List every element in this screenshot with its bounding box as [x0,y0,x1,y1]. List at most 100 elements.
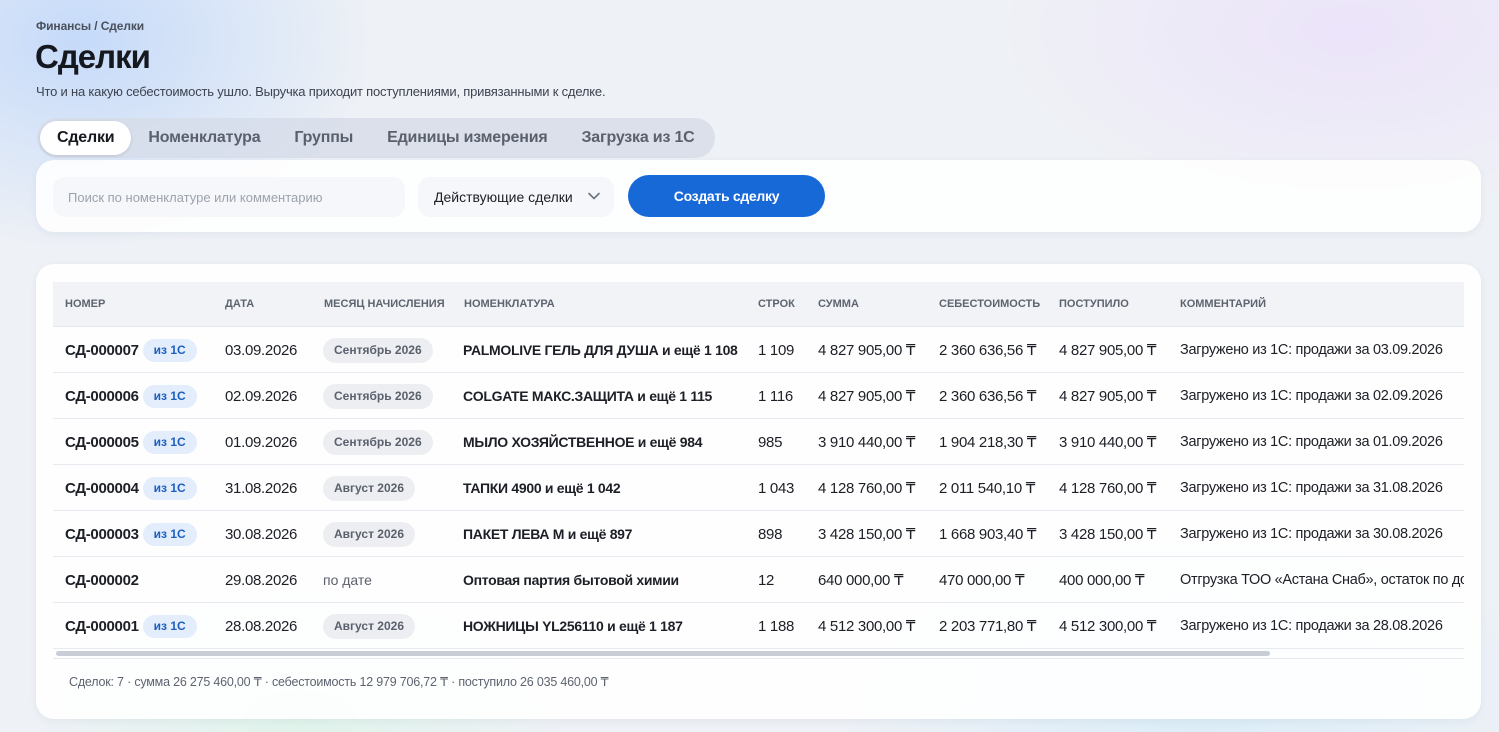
table-row[interactable]: СД-000004 из 1С 31.08.2026 Август 2026 ТА… [53,465,1464,511]
deal-received: 3 428 150,00 ₸ [1059,526,1157,543]
column-header-received[interactable]: ПОСТУПИЛО [1059,298,1129,310]
source-badge: из 1С [142,522,197,546]
tab-import-1c[interactable]: Загрузка из 1С [564,121,711,155]
table-body: СД-000007 из 1С 03.09.2026 Сентябрь 2026 … [53,327,1464,649]
deal-number-cell: СД-000007 из 1С [65,327,197,373]
tab-units[interactable]: Единицы измерения [370,121,564,155]
deal-number-cell: СД-000005 из 1С [65,419,197,465]
deal-number-cell: СД-000003 из 1С [65,511,197,557]
deal-received: 400 000,00 ₸ [1059,572,1145,589]
column-header-comment[interactable]: КОММЕНТАРИЙ [1180,298,1266,310]
deal-sum: 3 910 440,00 ₸ [818,434,916,451]
deal-sum: 4 128 760,00 ₸ [818,480,916,497]
deal-date: 30.08.2026 [225,525,298,543]
source-badge: из 1С [142,614,197,638]
accrual-month-cell: по дате [323,557,372,603]
accrual-month-cell: Сентябрь 2026 [323,373,433,419]
deal-lines: 1 109 [758,341,795,359]
deal-number: СД-000004 [65,479,139,497]
deal-comment: Загружено из 1С: продажи за 03.09.2026 [1180,342,1443,358]
footer-divider [53,658,1464,659]
deal-date: 31.08.2026 [225,479,298,497]
deal-number: СД-000001 [65,617,139,635]
tab-groups[interactable]: Группы [277,121,370,155]
column-header-sum[interactable]: СУММА [818,298,859,310]
deal-date: 29.08.2026 [225,571,298,589]
accrual-month-text: по дате [323,572,372,588]
deal-number-cell: СД-000001 из 1С [65,603,197,649]
accrual-month-pill: Сентябрь 2026 [323,337,433,363]
page-title: Сделки [35,38,151,75]
deal-number: СД-000002 [65,571,139,589]
status-select-value: Действующие сделки [434,189,573,205]
status-select[interactable]: Действующие сделки [418,177,614,217]
table-header: НОМЕР ДАТА МЕСЯЦ НАЧИСЛЕНИЯ НОМЕНКЛАТУРА… [53,282,1464,327]
table-row[interactable]: СД-000001 из 1С 28.08.2026 Август 2026 НО… [53,603,1464,649]
scrollbar-thumb[interactable] [56,651,1270,656]
source-badge: из 1С [142,430,197,454]
deal-date: 03.09.2026 [225,341,298,359]
deal-date: 01.09.2026 [225,433,298,451]
deal-nomenclature: ПАКЕТ ЛЕВА М и ещё 897 [463,526,633,542]
filter-panel: Действующие сделки Создать сделку [36,160,1481,232]
table-row[interactable]: СД-000005 из 1С 01.09.2026 Сентябрь 2026 … [53,419,1464,465]
table-row[interactable]: СД-000003 из 1С 30.08.2026 Август 2026 ПА… [53,511,1464,557]
accrual-month-pill: Сентябрь 2026 [323,383,433,409]
deal-nomenclature: Оптовая партия бытовой химии [463,572,679,588]
deal-received: 4 827 905,00 ₸ [1059,342,1157,359]
accrual-month-pill: Август 2026 [323,521,415,547]
horizontal-scrollbar[interactable] [53,649,1464,656]
table-row[interactable]: СД-000006 из 1С 02.09.2026 Сентябрь 2026 … [53,373,1464,419]
column-header-cost[interactable]: СЕБЕСТОИМОСТЬ [939,298,1040,310]
accrual-month-cell: Август 2026 [323,465,415,511]
deal-comment: Загружено из 1С: продажи за 01.09.2026 [1180,434,1443,450]
table-row[interactable]: СД-000007 из 1С 03.09.2026 Сентябрь 2026 … [53,327,1464,373]
deal-number-cell: СД-000002 [65,557,139,603]
column-header-month[interactable]: МЕСЯЦ НАЧИСЛЕНИЯ [324,298,445,310]
deal-number: СД-000007 [65,341,139,359]
tab-nomenclature[interactable]: Номенклатура [131,121,277,155]
search-input[interactable] [53,177,405,217]
deal-sum: 4 827 905,00 ₸ [818,388,916,405]
tab-bar: Сделки Номенклатура Группы Единицы измер… [37,118,715,158]
deal-number-cell: СД-000004 из 1С [65,465,197,511]
accrual-month-cell: Август 2026 [323,603,415,649]
deal-cost: 2 011 540,10 ₸ [939,480,1035,497]
deals-table-card: НОМЕР ДАТА МЕСЯЦ НАЧИСЛЕНИЯ НОМЕНКЛАТУРА… [36,264,1481,719]
deal-cost: 1 668 903,40 ₸ [939,526,1037,543]
deal-date: 28.08.2026 [225,617,298,635]
source-badge: из 1С [142,338,197,362]
page-subtitle: Что и на какую себестоимость ушло. Выруч… [36,84,606,99]
column-header-number[interactable]: НОМЕР [65,298,105,310]
deal-sum: 4 827 905,00 ₸ [818,342,916,359]
column-header-date[interactable]: ДАТА [225,298,254,310]
deal-cost: 470 000,00 ₸ [939,572,1025,589]
column-header-nomenclature[interactable]: НОМЕНКЛАТУРА [464,298,555,310]
table-summary: Сделок: 7 · сумма 26 275 460,00 ₸ · себе… [69,675,609,689]
deal-lines: 898 [758,525,783,543]
deal-cost: 1 904 218,30 ₸ [939,434,1037,451]
deal-received: 3 910 440,00 ₸ [1059,434,1157,451]
table-row[interactable]: СД-000002 29.08.2026 по дате Оптовая пар… [53,557,1464,603]
deal-comment: Загружено из 1С: продажи за 28.08.2026 [1180,618,1443,634]
tab-deals[interactable]: Сделки [40,121,132,155]
deal-date: 02.09.2026 [225,387,298,405]
deal-nomenclature: PALMOLIVE ГЕЛЬ ДЛЯ ДУША и ещё 1 108 [463,342,738,358]
deal-comment: Загружено из 1С: продажи за 02.09.2026 [1180,388,1443,404]
deal-cost: 2 360 636,56 ₸ [939,388,1037,405]
deal-nomenclature: COLGATE МАКС.ЗАЩИТА и ещё 1 115 [463,388,713,404]
accrual-month-cell: Сентябрь 2026 [323,419,433,465]
deal-received: 4 512 300,00 ₸ [1059,618,1157,635]
deal-comment: Загружено из 1С: продажи за 30.08.2026 [1180,526,1443,542]
deal-cost: 2 203 771,80 ₸ [939,618,1037,635]
create-deal-button[interactable]: Создать сделку [628,175,825,217]
breadcrumb: Финансы / Сделки [36,19,145,33]
accrual-month-cell: Август 2026 [323,511,415,557]
deal-received: 4 128 760,00 ₸ [1059,480,1157,497]
deal-lines: 1 043 [758,479,795,497]
column-header-lines[interactable]: СТРОК [758,298,795,310]
deal-lines: 1 188 [758,617,795,635]
source-badge: из 1С [142,384,197,408]
deals-table: НОМЕР ДАТА МЕСЯЦ НАЧИСЛЕНИЯ НОМЕНКЛАТУРА… [53,282,1464,657]
deal-lines: 12 [758,571,775,589]
